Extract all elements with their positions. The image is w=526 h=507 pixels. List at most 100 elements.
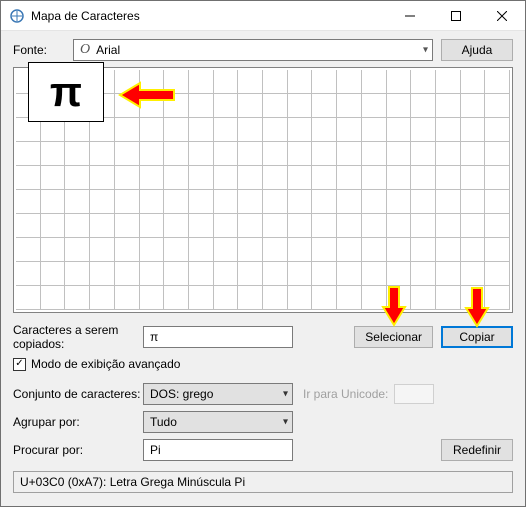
grid-cell[interactable]: [337, 118, 362, 142]
grid-cell[interactable]: [140, 262, 165, 286]
grid-cell[interactable]: [312, 214, 337, 238]
help-button[interactable]: Ajuda: [441, 39, 513, 61]
grid-cell[interactable]: [164, 214, 189, 238]
grid-cell[interactable]: [214, 166, 239, 190]
grid-cell[interactable]: [238, 238, 263, 262]
grid-cell[interactable]: [189, 262, 214, 286]
grid-cell[interactable]: [214, 190, 239, 214]
grid-cell[interactable]: [312, 94, 337, 118]
grid-cell[interactable]: [263, 262, 288, 286]
grid-cell[interactable]: [461, 262, 486, 286]
grid-cell[interactable]: [263, 70, 288, 94]
grid-cell[interactable]: [214, 286, 239, 310]
grid-cell[interactable]: [337, 238, 362, 262]
grid-cell[interactable]: [436, 94, 461, 118]
grid-cell[interactable]: [140, 142, 165, 166]
grid-cell[interactable]: [263, 214, 288, 238]
grid-cell[interactable]: [238, 118, 263, 142]
grid-cell[interactable]: [387, 190, 412, 214]
grid-cell[interactable]: [362, 94, 387, 118]
grid-cell[interactable]: [115, 286, 140, 310]
grid-cell[interactable]: [312, 142, 337, 166]
grid-cell[interactable]: [411, 214, 436, 238]
grid-cell[interactable]: [461, 70, 486, 94]
grid-cell[interactable]: [90, 286, 115, 310]
grid-cell[interactable]: [288, 262, 313, 286]
grid-cell[interactable]: [16, 142, 41, 166]
grid-cell[interactable]: [288, 190, 313, 214]
grid-cell[interactable]: [189, 70, 214, 94]
grid-cell[interactable]: [411, 166, 436, 190]
grid-cell[interactable]: [411, 142, 436, 166]
grid-cell[interactable]: [238, 94, 263, 118]
grid-cell[interactable]: [337, 166, 362, 190]
grid-cell[interactable]: [65, 166, 90, 190]
close-button[interactable]: [479, 1, 525, 31]
grid-cell[interactable]: [436, 238, 461, 262]
grid-cell[interactable]: [436, 190, 461, 214]
grid-cell[interactable]: [41, 166, 66, 190]
grid-cell[interactable]: [214, 70, 239, 94]
grid-cell[interactable]: [16, 238, 41, 262]
grid-cell[interactable]: [387, 94, 412, 118]
grid-cell[interactable]: [411, 70, 436, 94]
font-combo[interactable]: O Arial ▾: [73, 39, 433, 61]
grid-cell[interactable]: [115, 70, 140, 94]
grid-cell[interactable]: [16, 166, 41, 190]
grid-cell[interactable]: [164, 166, 189, 190]
grid-cell[interactable]: [214, 214, 239, 238]
grid-cell[interactable]: [65, 142, 90, 166]
grid-cell[interactable]: [164, 286, 189, 310]
grid-cell[interactable]: [387, 286, 412, 310]
grid-cell[interactable]: [485, 118, 510, 142]
select-button[interactable]: Selecionar: [354, 326, 433, 348]
grid-cell[interactable]: [436, 262, 461, 286]
character-grid[interactable]: π: [13, 67, 513, 313]
grid-cell[interactable]: [312, 118, 337, 142]
grid-cell[interactable]: [362, 286, 387, 310]
grid-cell[interactable]: [140, 118, 165, 142]
grid-cell[interactable]: [362, 238, 387, 262]
grid-cell[interactable]: [140, 94, 165, 118]
grid-cell[interactable]: [90, 262, 115, 286]
grid-cell[interactable]: [115, 262, 140, 286]
grid-cell[interactable]: [41, 286, 66, 310]
grid-cell[interactable]: [312, 190, 337, 214]
grid-cell[interactable]: [411, 238, 436, 262]
grid-cell[interactable]: [41, 238, 66, 262]
grid-cell[interactable]: [362, 70, 387, 94]
grid-cell[interactable]: [238, 214, 263, 238]
grid-cell[interactable]: [387, 118, 412, 142]
grid-cell[interactable]: [485, 190, 510, 214]
grid-cell[interactable]: [189, 142, 214, 166]
grid-cell[interactable]: [263, 166, 288, 190]
grid-cell[interactable]: [238, 142, 263, 166]
grid-cell[interactable]: [436, 142, 461, 166]
grid-cell[interactable]: [362, 166, 387, 190]
grid-cell[interactable]: [436, 166, 461, 190]
grid-cell[interactable]: [189, 118, 214, 142]
grid-cell[interactable]: [288, 70, 313, 94]
grid-cell[interactable]: [238, 190, 263, 214]
grid-cell[interactable]: [263, 118, 288, 142]
grid-cell[interactable]: [288, 118, 313, 142]
grid-cell[interactable]: [140, 70, 165, 94]
grid-cell[interactable]: [436, 118, 461, 142]
grid-cell[interactable]: [312, 286, 337, 310]
grid-cell[interactable]: [214, 262, 239, 286]
grid-cell[interactable]: [115, 118, 140, 142]
grid-cell[interactable]: [65, 262, 90, 286]
grid-cell[interactable]: [485, 214, 510, 238]
grid-cell[interactable]: [214, 142, 239, 166]
grid-cell[interactable]: [387, 262, 412, 286]
grid-cell[interactable]: [16, 190, 41, 214]
grid-cell[interactable]: [238, 286, 263, 310]
grid-cell[interactable]: [263, 142, 288, 166]
grid-cell[interactable]: [164, 94, 189, 118]
grid-cell[interactable]: [337, 142, 362, 166]
grid-cell[interactable]: [140, 286, 165, 310]
grid-cell[interactable]: [189, 94, 214, 118]
grid-cell[interactable]: [140, 214, 165, 238]
grid-cell[interactable]: [65, 190, 90, 214]
grid-cell[interactable]: [90, 214, 115, 238]
